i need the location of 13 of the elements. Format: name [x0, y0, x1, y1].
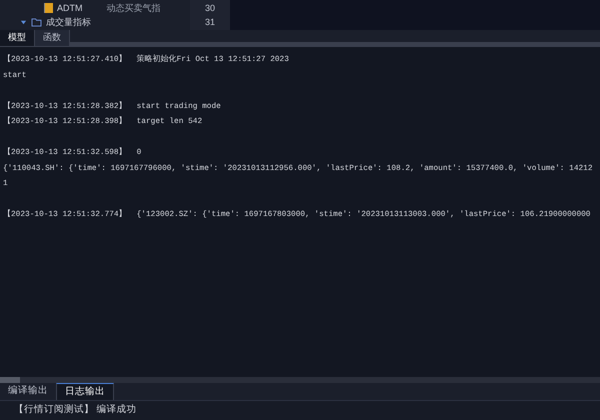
caret-icon[interactable] [20, 18, 27, 26]
panel-tab[interactable]: 函数 [35, 30, 70, 46]
tree-item[interactable]: ADTM [57, 2, 82, 14]
output-tab[interactable]: 日志输出 [56, 383, 114, 400]
status-message: 【行情订阅测试】 编译成功 [14, 403, 137, 418]
output-tab[interactable]: 编译输出 [0, 383, 56, 400]
scrollbar[interactable] [0, 377, 600, 383]
tree-item[interactable]: 成交量指标 [46, 16, 91, 28]
folder-icon [31, 18, 42, 26]
line-number: 31 [204, 16, 215, 29]
tree-item-note: 动态买卖气指 [106, 2, 160, 14]
panel-tab[interactable]: 模型 [0, 30, 35, 46]
line-number: 30 [204, 2, 215, 15]
